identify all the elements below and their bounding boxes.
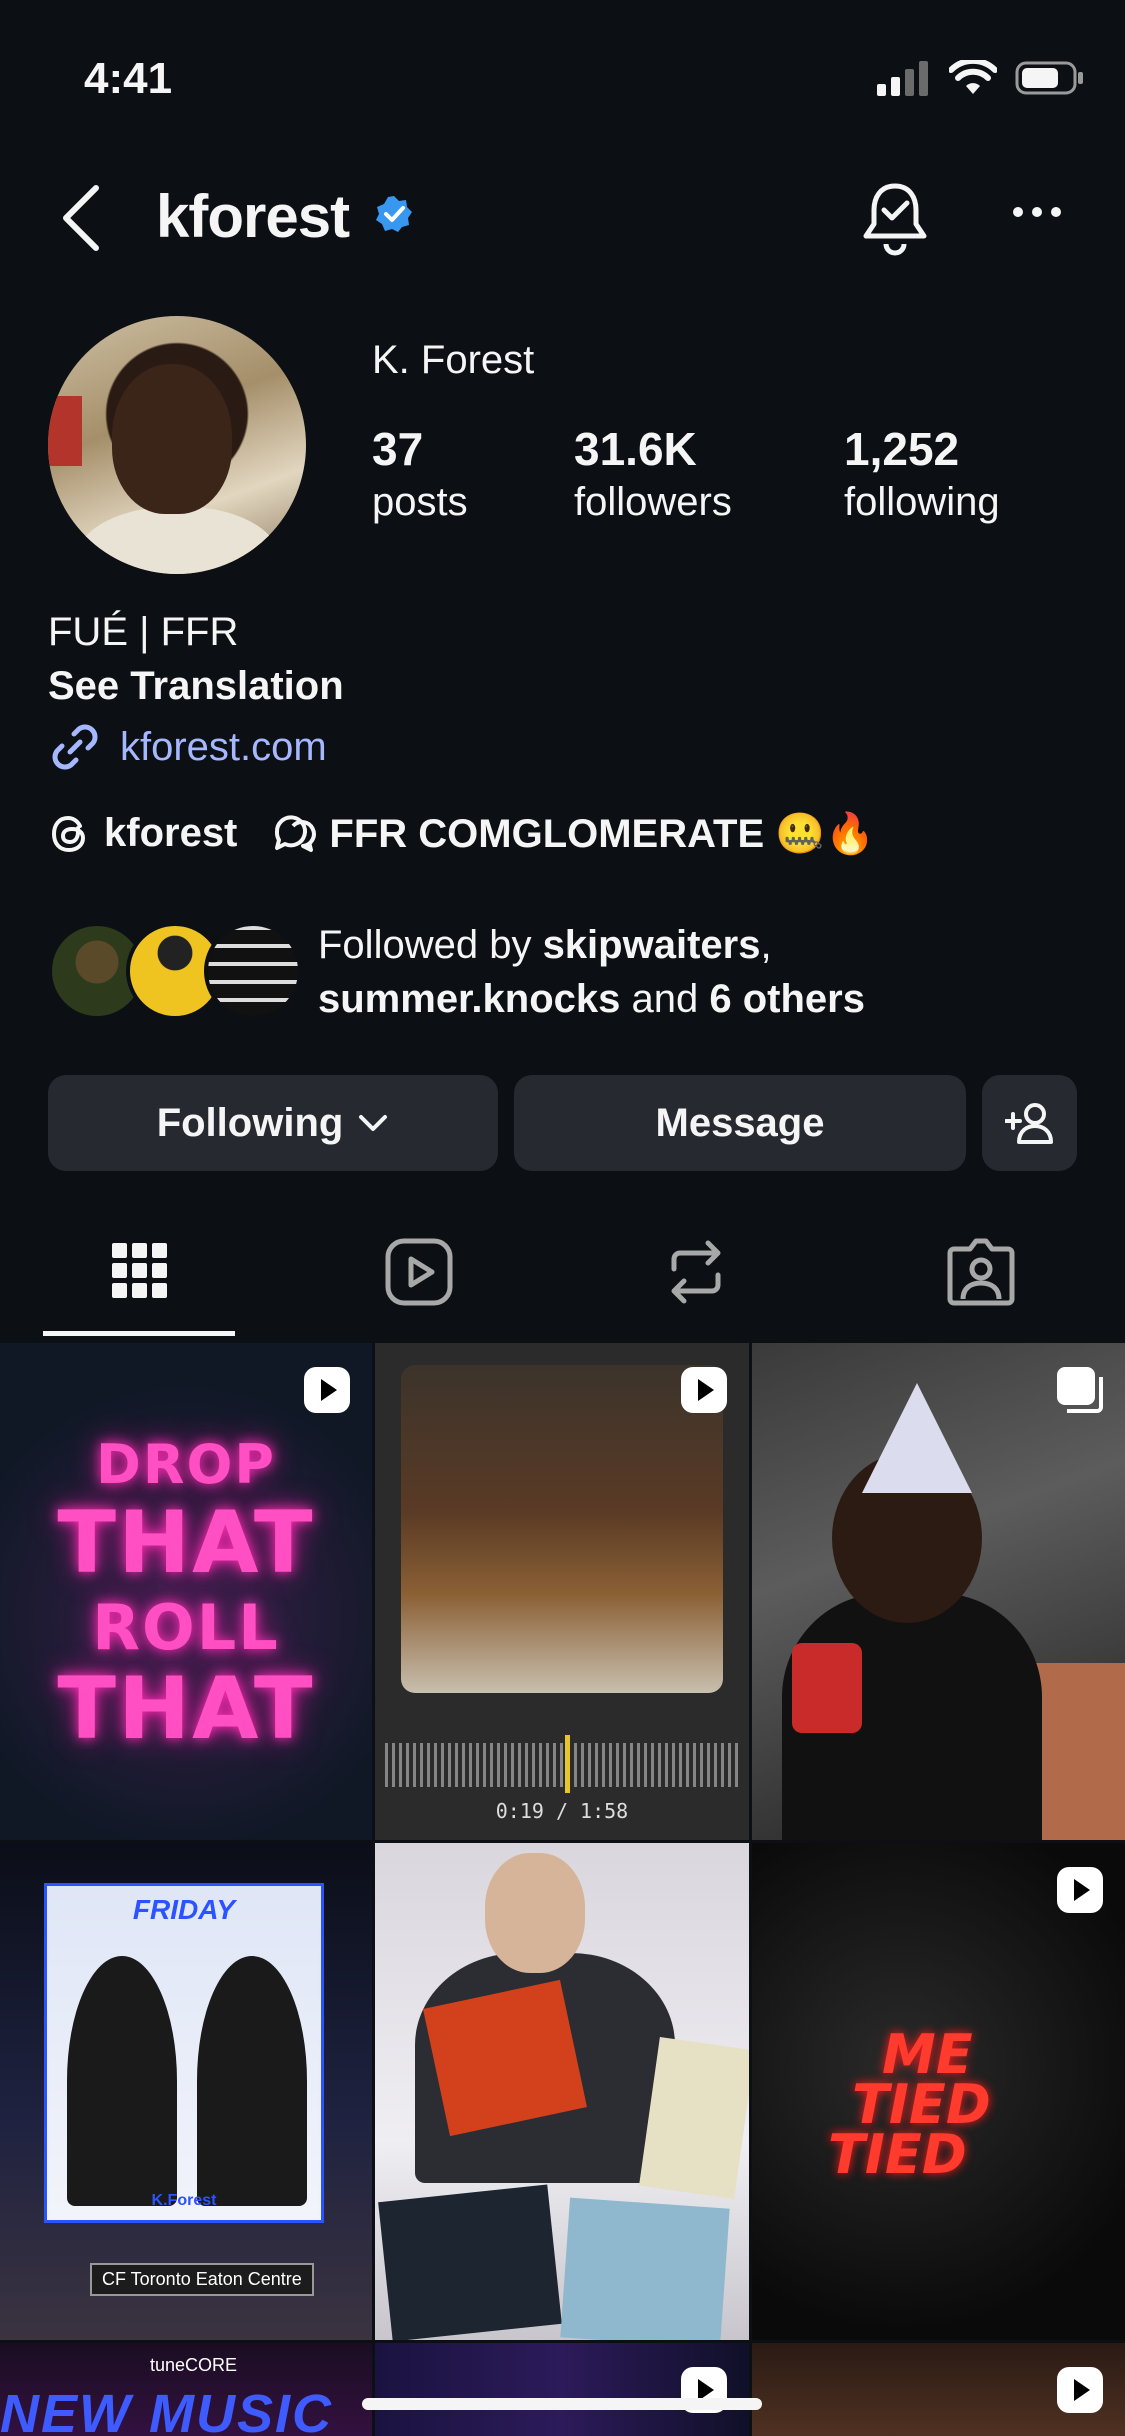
followed-prefix: Followed by bbox=[318, 923, 543, 967]
see-translation-link[interactable]: See Translation bbox=[48, 664, 344, 709]
post2-timer: 0:19 / 1:58 bbox=[495, 1799, 629, 1823]
more-options-icon[interactable] bbox=[1012, 206, 1062, 218]
posts-grid: DROP THAT ROLL THAT 0:19 / 1:58 FRIDAY K… bbox=[0, 1343, 1125, 2436]
audio-playhead bbox=[565, 1735, 570, 1793]
link-icon bbox=[52, 724, 98, 770]
back-icon[interactable] bbox=[58, 182, 104, 254]
avatar-background-detail bbox=[48, 396, 82, 466]
avatar-face bbox=[112, 364, 232, 514]
post7-brand: tuneCORE bbox=[150, 2355, 238, 2375]
followed-others: 6 others bbox=[709, 977, 865, 1021]
carousel-icon bbox=[1057, 1367, 1103, 1413]
post1-line-4: THAT bbox=[57, 1659, 315, 1759]
post-tile-1[interactable]: DROP THAT ROLL THAT bbox=[0, 1343, 372, 1840]
following-label: Following bbox=[156, 1100, 344, 1145]
reposts-tab-icon[interactable] bbox=[664, 1237, 728, 1307]
reel-icon bbox=[1057, 1867, 1103, 1913]
reel-icon bbox=[1057, 2367, 1103, 2413]
profile-header: kforest bbox=[0, 168, 1125, 268]
audio-waveform bbox=[385, 1743, 739, 1787]
grid-tab-icon[interactable] bbox=[110, 1237, 170, 1307]
followed-user-1: skipwaiters bbox=[542, 923, 761, 967]
threads-icon bbox=[51, 815, 86, 852]
battery-icon bbox=[1015, 61, 1083, 95]
post6-line-3: TIED bbox=[828, 2123, 967, 2186]
following-button[interactable]: Following bbox=[48, 1075, 498, 1171]
avatar-shirt bbox=[78, 506, 278, 574]
post5-record-4 bbox=[560, 2197, 730, 2340]
post3-sleeve bbox=[792, 1643, 862, 1733]
post4-billboard: FRIDAY K.Forest bbox=[44, 1883, 324, 2223]
add-person-icon bbox=[1004, 1103, 1053, 1144]
stat-followers[interactable]: 31.6K followers bbox=[574, 422, 732, 525]
post1-line-2: THAT bbox=[57, 1493, 315, 1593]
post-tile-3[interactable] bbox=[752, 1343, 1125, 1840]
stat-following-label: following bbox=[844, 480, 1000, 524]
display-name: K. Forest bbox=[372, 338, 535, 382]
stat-followers-count: 31.6K bbox=[574, 423, 697, 475]
message-button[interactable]: Message bbox=[514, 1075, 966, 1171]
followed-comma: , bbox=[760, 923, 772, 967]
stat-posts[interactable]: 37 posts bbox=[372, 422, 468, 525]
post-tile-5[interactable] bbox=[375, 1843, 749, 2340]
status-icons bbox=[877, 60, 1085, 96]
post5-record-2 bbox=[639, 2037, 749, 2199]
stat-followers-label: followers bbox=[574, 480, 732, 524]
post-tile-7[interactable]: tuneCORE NEW MUSIC bbox=[0, 2343, 372, 2436]
post-tile-9[interactable] bbox=[752, 2343, 1125, 2436]
followed-user-2: summer.knocks bbox=[318, 977, 621, 1021]
notification-bell-icon[interactable] bbox=[860, 178, 930, 258]
verified-badge-icon bbox=[376, 196, 412, 232]
followed-and: and bbox=[620, 977, 710, 1021]
channel-name: FFR COMGLOMERATE 🤐🔥 bbox=[329, 812, 875, 856]
stat-following[interactable]: 1,252 following bbox=[844, 422, 1000, 525]
post4-figure-1 bbox=[67, 1956, 177, 2206]
followed-by-text: Followed by skipwaiters, summer.knocks a… bbox=[318, 918, 865, 1026]
signal-icon bbox=[877, 61, 928, 96]
channel-icon bbox=[275, 814, 317, 852]
post-tile-6[interactable]: ME TIED TIED bbox=[752, 1843, 1125, 2340]
mutual-avatars bbox=[48, 922, 302, 1022]
profile-link-text: kforest.com bbox=[120, 724, 327, 769]
post7-text: NEW MUSIC bbox=[0, 2384, 333, 2436]
post5-record-3 bbox=[378, 2184, 562, 2340]
post-tile-4[interactable]: FRIDAY K.Forest CF Toronto Eaton Centre bbox=[0, 1843, 372, 2340]
tagged-tab-icon[interactable] bbox=[946, 1237, 1016, 1307]
post1-line-3: ROLL bbox=[92, 1591, 280, 1664]
message-label: Message bbox=[655, 1100, 825, 1145]
post-tile-8[interactable] bbox=[375, 2343, 749, 2436]
followed-by[interactable]: Followed by skipwaiters, summer.knocks a… bbox=[48, 918, 865, 1026]
post2-photo bbox=[401, 1365, 723, 1693]
stat-posts-label: posts bbox=[372, 480, 468, 524]
channel-chip[interactable]: FFR COMGLOMERATE 🤐🔥 bbox=[269, 810, 875, 857]
threads-handle: kforest bbox=[104, 811, 238, 855]
post1-line-1: DROP bbox=[96, 1433, 276, 1496]
profile-tabs bbox=[0, 1225, 1125, 1340]
stat-posts-count: 37 bbox=[372, 423, 424, 475]
post4-figure-2 bbox=[197, 1956, 307, 2206]
suggest-people-button[interactable] bbox=[982, 1075, 1077, 1171]
wifi-icon bbox=[949, 60, 997, 94]
post-tile-2[interactable]: 0:19 / 1:58 bbox=[375, 1343, 749, 1840]
profile-avatar[interactable] bbox=[48, 316, 306, 574]
mutual-avatar-3 bbox=[204, 922, 302, 1020]
post3-party-hat bbox=[862, 1383, 972, 1493]
stat-following-count: 1,252 bbox=[844, 423, 960, 475]
chevron-down-icon bbox=[359, 1115, 388, 1131]
profile-chips: kforest FFR COMGLOMERATE 🤐🔥 bbox=[48, 810, 907, 857]
post4-billboard-title: FRIDAY bbox=[132, 1894, 236, 1925]
bio-text: FUÉ | FFR bbox=[48, 610, 239, 654]
home-indicator[interactable] bbox=[362, 2398, 762, 2410]
header-username: kforest bbox=[156, 183, 350, 250]
reels-tab-icon[interactable] bbox=[384, 1237, 454, 1307]
threads-chip[interactable]: kforest bbox=[48, 811, 237, 856]
active-tab-indicator bbox=[43, 1331, 235, 1336]
post4-sign: CF Toronto Eaton Centre bbox=[90, 2263, 314, 2296]
reel-icon bbox=[681, 1367, 727, 1413]
post4-artist-name: K.Forest bbox=[151, 2192, 217, 2209]
post5-head bbox=[485, 1853, 585, 1973]
status-time: 4:41 bbox=[84, 54, 173, 103]
reel-icon bbox=[304, 1367, 350, 1413]
profile-link[interactable]: kforest.com bbox=[48, 720, 327, 774]
